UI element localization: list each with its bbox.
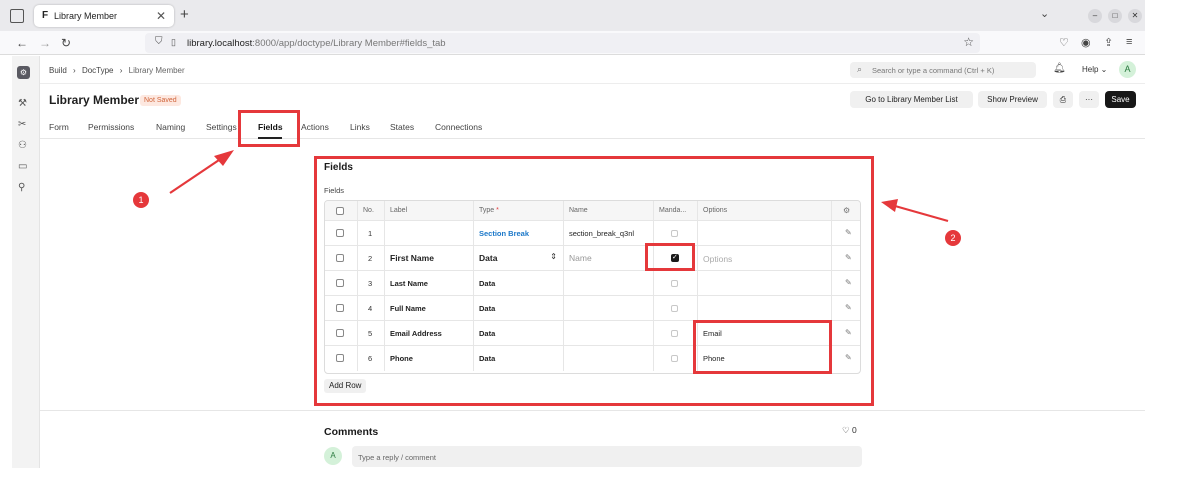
annotation-arrows — [169, 150, 949, 223]
annotation-marker-2: 2 — [945, 230, 961, 246]
annotation-marker-1: 1 — [133, 192, 149, 208]
